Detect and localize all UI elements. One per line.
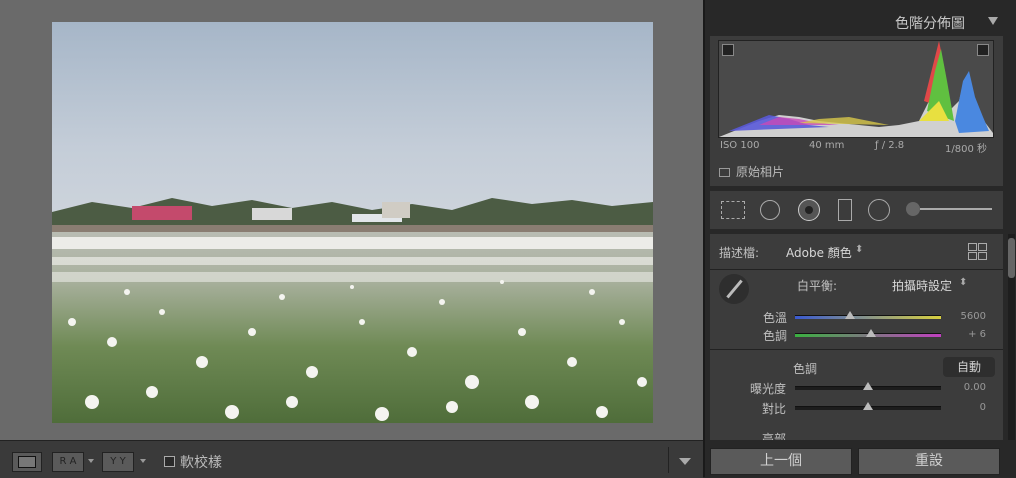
exposure-value[interactable]: 0.00 (951, 382, 986, 393)
temp-label: 色溫 (763, 311, 788, 325)
basic-panel: 描述檔: Adobe 顏色 ⬍ 白平衡: 拍攝時設定 ⬍ 色溫 5600 色調 … (710, 234, 1003, 440)
contrast-label: 對比 (762, 402, 787, 416)
before-after-split-icon[interactable]: Y Y (102, 452, 134, 472)
aperture-value: ƒ / 2.8 (875, 140, 905, 151)
develop-right-panel: 色階分佈圖 ISO 100 40 mm ƒ / 2.8 1/800 秒 原始相片 (703, 0, 1016, 477)
profile-divider (710, 269, 1003, 270)
panel-scrollbar-thumb[interactable] (1008, 238, 1015, 278)
contrast-value[interactable]: 0 (951, 402, 986, 413)
profile-select[interactable]: Adobe 顏色 (786, 244, 852, 261)
iso-value: ISO 100 (720, 140, 760, 151)
white-balance-eyedropper-icon[interactable] (719, 274, 749, 304)
profile-browser-icon[interactable] (968, 243, 987, 260)
red-eye-tool-icon[interactable] (798, 199, 820, 221)
adjustment-brush-tool-icon[interactable] (906, 202, 920, 216)
before-after-icon[interactable]: R A (52, 452, 84, 472)
profile-label: 描述檔: (719, 246, 760, 260)
tint-slider-thumb[interactable] (866, 329, 876, 337)
temp-slider-thumb[interactable] (845, 311, 855, 319)
contrast-slider-thumb[interactable] (863, 402, 873, 410)
white-balance-caret-icon[interactable]: ⬍ (959, 277, 967, 288)
highlights-label: 亮部 (762, 432, 787, 440)
panel-scrollbar[interactable] (1008, 234, 1015, 440)
crop-tool-icon[interactable] (721, 201, 745, 219)
graduated-filter-tool-icon[interactable] (838, 199, 852, 221)
before-after-split-menu-icon[interactable] (140, 459, 146, 463)
temp-value[interactable]: 5600 (951, 311, 986, 322)
histogram-panel: ISO 100 40 mm ƒ / 2.8 1/800 秒 原始相片 (710, 36, 1003, 186)
proof-label: 軟校樣 (180, 455, 222, 471)
previous-button[interactable]: 上一個 (710, 448, 852, 475)
profile-caret-icon[interactable]: ⬍ (855, 244, 863, 255)
photo-image[interactable] (52, 22, 653, 423)
proof-checkbox[interactable] (164, 456, 175, 467)
adjustment-brush-slider[interactable] (920, 208, 992, 210)
histogram-title: 色階分佈圖 (895, 16, 965, 32)
bottom-toolbar: R A Y Y 軟校樣 (0, 440, 703, 478)
spot-removal-tool-icon[interactable] (760, 200, 780, 220)
tint-value[interactable]: + 6 (951, 329, 986, 340)
highlight-clipping-icon[interactable] (977, 44, 989, 56)
toolbar-separator (668, 447, 669, 473)
photo-canvas[interactable] (0, 0, 703, 440)
radial-filter-tool-icon[interactable] (868, 199, 890, 221)
tone-auto-button[interactable]: 自動 (943, 357, 995, 377)
exposure-slider-thumb[interactable] (863, 382, 873, 390)
focal-length-value: 40 mm (809, 140, 845, 151)
loupe-view-icon[interactable] (12, 452, 42, 472)
before-after-menu-icon[interactable] (88, 459, 94, 463)
reset-button[interactable]: 重設 (858, 448, 1000, 475)
white-balance-select[interactable]: 拍攝時設定 (892, 277, 952, 294)
temp-slider[interactable] (795, 315, 941, 319)
exposure-label: 曝光度 (750, 382, 787, 396)
tone-label: 色調 (793, 362, 818, 376)
tint-label: 色調 (763, 329, 788, 343)
original-photo-label: 原始相片 (736, 165, 785, 179)
histogram-graph[interactable] (718, 40, 994, 138)
tone-divider (710, 349, 1003, 350)
original-photo-checkbox[interactable] (719, 168, 730, 177)
toolbar-menu-icon[interactable] (679, 458, 691, 465)
tool-strip (710, 191, 1003, 229)
histogram-collapse-icon[interactable] (988, 17, 998, 25)
white-balance-label: 白平衡: (797, 279, 838, 293)
shutter-value: 1/800 秒 (945, 144, 987, 155)
shadow-clipping-icon[interactable] (722, 44, 734, 56)
